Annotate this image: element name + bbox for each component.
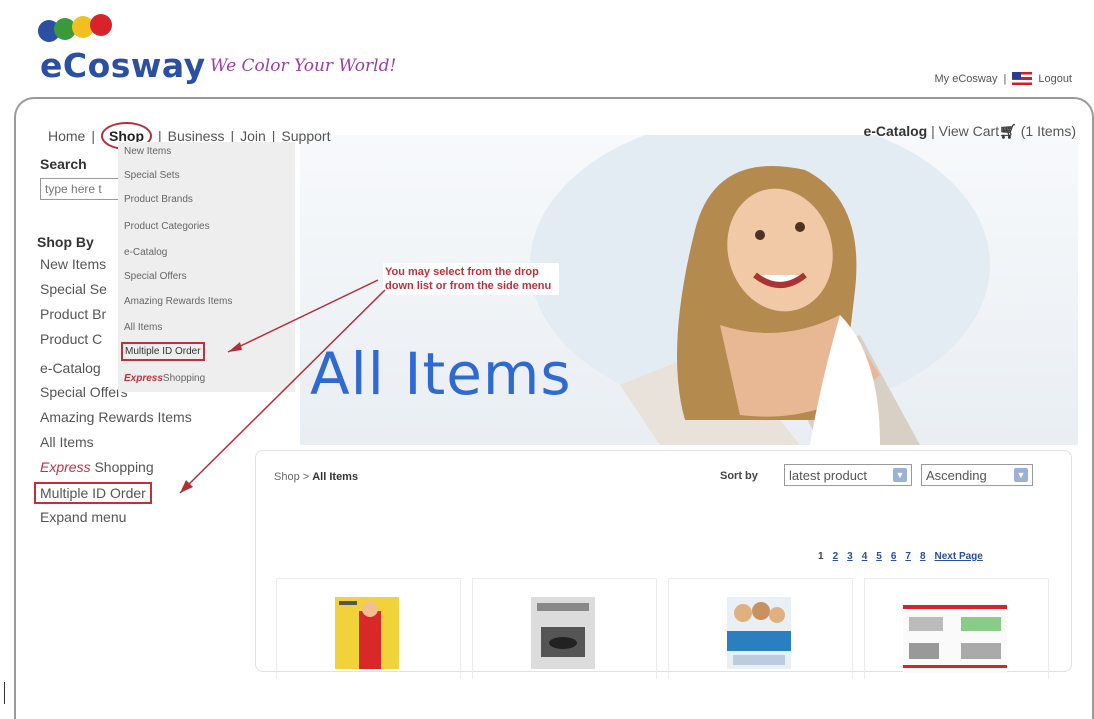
page-1: 1 [818,551,824,562]
product-thumbnail[interactable] [903,603,1007,673]
order-select[interactable]: Ascending ▼ [921,464,1033,486]
search-label: Search [40,156,87,172]
page-7[interactable]: 7 [905,551,911,562]
dd-item-multiple-id-order[interactable]: Multiple ID Order [121,342,205,361]
side-item-multiple-id-order[interactable]: Multiple ID Order [34,482,152,504]
separator: | [1003,72,1007,85]
chevron-down-icon[interactable]: ▼ [893,468,907,482]
ecatalog-link[interactable]: e-Catalog [863,123,927,139]
side-item-express-shopping[interactable]: Express Shopping [40,459,154,475]
shop-by-heading: Shop By [37,234,94,250]
express-label: Express [124,373,163,384]
dd-item-ecatalog[interactable]: e-Catalog [124,247,167,258]
order-value: Ascending [926,467,987,483]
page-3[interactable]: 3 [847,551,853,562]
side-item-product-brands[interactable]: Product Br [40,306,106,322]
dd-item-product-categories[interactable]: Product Categories [124,221,210,232]
dd-item-special-offers[interactable]: Special Offers [124,271,187,282]
tagline: We Color Your World! [210,56,397,76]
dd-item-amazing-rewards[interactable]: Amazing Rewards Items [124,296,232,307]
next-page-link[interactable]: Next Page [935,551,983,562]
logout-link[interactable]: Logout [1038,73,1072,85]
view-cart-link[interactable]: View Cart [939,123,999,139]
brand-logo[interactable]: eCosway [40,46,206,86]
annotation-line-1: You may select from the drop [385,266,539,278]
shopping-label: Shopping [162,373,206,384]
side-item-product-categories[interactable]: Product C [40,331,102,347]
cart-count: (1 Items) [1020,123,1076,139]
sort-select[interactable]: latest product ▼ [784,464,912,486]
nav-right: e-Catalog | View Cart🛒︎ (1 Items) [863,123,1076,140]
logo-dots [38,14,138,44]
nav-separator: | [931,123,935,139]
flag-icon[interactable] [1012,72,1033,85]
side-item-expand-menu[interactable]: Expand menu [40,509,126,525]
shop-dropdown-menu: New Items Special Sets Product Brands Pr… [118,142,295,392]
side-item-special-sets[interactable]: Special Se [40,281,107,297]
nav-separator: | [91,128,95,144]
product-card[interactable] [864,578,1049,679]
product-thumbnail[interactable] [531,597,595,669]
breadcrumb-current: All Items [312,471,359,483]
side-item-special-offers[interactable]: Special Offers [40,384,128,400]
my-account-link[interactable]: My eCosway [935,73,998,85]
side-item-ecatalog[interactable]: e-Catalog [40,360,101,376]
sort-value: latest product [789,467,868,483]
dd-item-product-brands[interactable]: Product Brands [124,194,193,205]
shopping-label: Shopping [94,459,154,475]
product-thumbnail[interactable] [335,597,399,669]
dd-item-express-shopping[interactable]: ExpressShopping [124,373,205,384]
product-thumbnail[interactable] [727,597,791,669]
chevron-down-icon[interactable]: ▼ [1014,468,1028,482]
pagination: 1 2 3 4 5 6 7 8 Next Page [818,551,983,562]
page-8[interactable]: 8 [920,551,926,562]
search-input[interactable] [40,178,120,200]
dd-item-new-items[interactable]: New Items [124,146,171,157]
banner-title: All Items [310,340,572,408]
breadcrumb: Shop > All Items [274,471,358,483]
page-5[interactable]: 5 [876,551,882,562]
text-cursor [4,682,5,704]
side-item-all-items[interactable]: All Items [40,434,94,450]
cart-icon[interactable]: 🛒︎ [999,123,1017,139]
annotation-callout: You may select from the drop down list o… [383,263,560,295]
page-2[interactable]: 2 [833,551,839,562]
nav-home[interactable]: Home [48,128,85,144]
express-label: Express [40,459,91,475]
sort-label: Sort by [720,470,758,482]
account-links: My eCosway | Logout [935,72,1072,85]
dd-item-all-items[interactable]: All Items [124,322,162,333]
dd-item-special-sets[interactable]: Special Sets [124,170,180,181]
breadcrumb-root[interactable]: Shop > [274,471,309,483]
product-card[interactable] [668,578,853,679]
product-card[interactable] [276,578,461,679]
side-item-new-items[interactable]: New Items [40,256,106,272]
annotation-line-2: down list or from the side menu [385,280,552,292]
page-6[interactable]: 6 [891,551,897,562]
page-4[interactable]: 4 [862,551,868,562]
product-card[interactable] [472,578,657,679]
side-item-amazing-rewards[interactable]: Amazing Rewards Items [40,409,192,425]
